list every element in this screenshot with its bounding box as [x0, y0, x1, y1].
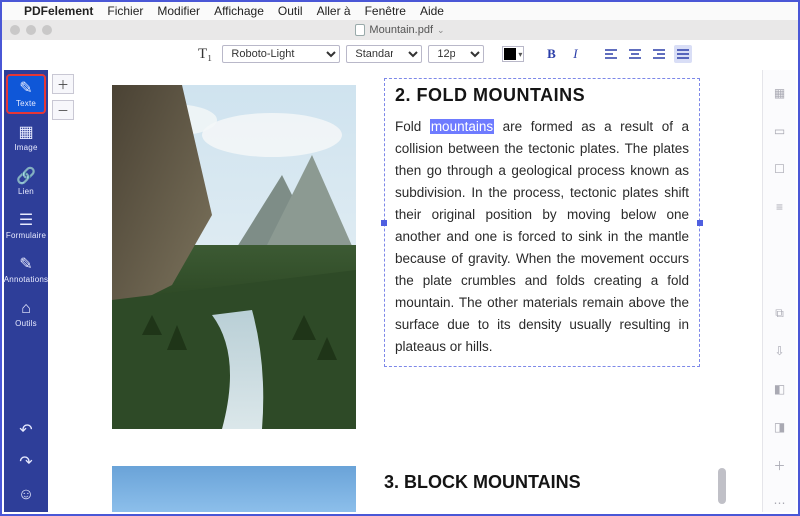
sidebar-item-label: Texte	[16, 99, 36, 108]
account-button[interactable]: ☺	[6, 480, 46, 510]
selected-text[interactable]: mountains	[430, 119, 494, 134]
document-title[interactable]: Mountain.pdf⌄	[355, 24, 444, 36]
doc-icon	[355, 24, 365, 36]
bookmark-panel-icon[interactable]: ☐	[771, 160, 789, 178]
section-2-paragraph[interactable]: Fold mountains are formed as a result of…	[395, 116, 689, 358]
font-weight-select[interactable]: Standard	[346, 45, 422, 63]
more-panel-icon[interactable]: ⋯	[771, 494, 789, 512]
outline-panel-icon[interactable]: ≡	[771, 198, 789, 216]
format-toolbar: T₁ Roboto-Light Standard 12pt ▾ B I	[2, 40, 798, 68]
sidebar-item-annotations[interactable]: ✎ Annotations	[6, 250, 46, 290]
mountain-photo	[112, 85, 356, 429]
chevron-down-icon[interactable]: ⌄	[437, 25, 445, 35]
text-color-picker[interactable]: ▾	[502, 46, 524, 62]
zoom-in-button[interactable]: ＋	[52, 74, 74, 94]
section-2-heading[interactable]: 2. FOLD MOUNTAINS	[395, 85, 689, 106]
resize-handle-left[interactable]	[381, 220, 387, 226]
add-panel-icon[interactable]: ＋	[771, 456, 789, 474]
right-sidebar: ▦ ▭ ☐ ≡ ⧉ ⇩ ◧ ◨ ＋ ⋯	[762, 70, 796, 512]
thumbnails-panel-icon[interactable]: ▦	[771, 84, 789, 102]
link-icon: 🔗	[16, 169, 36, 185]
window-titlebar: Mountain.pdf⌄	[2, 20, 798, 40]
app-name[interactable]: PDFelement	[24, 4, 93, 18]
document-viewport[interactable]: ＋ －	[48, 70, 762, 512]
redo-button[interactable]: ↷	[6, 448, 46, 478]
text-edit-box[interactable]: 2. FOLD MOUNTAINS Fold mountains are for…	[384, 78, 700, 367]
menu-fichier[interactable]: Fichier	[107, 4, 143, 18]
undo-icon: ↶	[19, 423, 32, 439]
undo-button[interactable]: ↶	[6, 416, 46, 446]
menu-modifier[interactable]: Modifier	[157, 4, 200, 18]
sidebar-item-formulaire[interactable]: ☰ Formulaire	[6, 206, 46, 246]
redo-icon: ↷	[19, 455, 32, 471]
zoom-window-icon[interactable]	[42, 25, 52, 35]
sidebar-item-label: Annotations	[4, 275, 48, 284]
vertical-scrollbar-thumb[interactable]	[718, 468, 726, 504]
page-panel-icon[interactable]: ▭	[771, 122, 789, 140]
bold-button[interactable]: B	[542, 45, 560, 63]
page-content: 2. FOLD MOUNTAINS Fold mountains are for…	[112, 78, 752, 506]
image-icon: ▦	[18, 125, 33, 141]
menu-outil[interactable]: Outil	[278, 4, 303, 18]
align-justify-button[interactable]	[674, 45, 692, 63]
sidebar-item-label: Lien	[18, 187, 34, 196]
font-family-select[interactable]: Roboto-Light	[222, 45, 340, 63]
sidebar-item-texte[interactable]: ✎ Texte	[6, 74, 46, 114]
sidebar-item-label: Outils	[15, 319, 37, 328]
panel-action-4-icon[interactable]: ◨	[771, 418, 789, 436]
sidebar-item-label: Image	[14, 143, 37, 152]
panel-action-1-icon[interactable]: ⧉	[771, 304, 789, 322]
resize-handle-right[interactable]	[697, 220, 703, 226]
section-3-heading[interactable]: 3. BLOCK MOUNTAINS	[384, 472, 581, 493]
font-size-select[interactable]: 12pt	[428, 45, 484, 63]
annotation-icon: ✎	[19, 257, 32, 273]
sidebar-item-outils[interactable]: ⌂ Outils	[6, 294, 46, 334]
zoom-controls: ＋ －	[52, 74, 74, 120]
panel-action-3-icon[interactable]: ◧	[771, 380, 789, 398]
tools-icon: ⌂	[21, 301, 31, 317]
align-center-button[interactable]	[626, 45, 644, 63]
close-window-icon[interactable]	[10, 25, 20, 35]
menu-fenetre[interactable]: Fenêtre	[365, 4, 406, 18]
pencil-icon: ✎	[19, 81, 32, 97]
user-icon: ☺	[18, 487, 34, 503]
sidebar-item-label: Formulaire	[6, 231, 46, 240]
main-area: ✎ Texte ▦ Image 🔗 Lien ☰ Formulaire ✎ An…	[4, 70, 796, 512]
sidebar-item-image[interactable]: ▦ Image	[6, 118, 46, 158]
minimize-window-icon[interactable]	[26, 25, 36, 35]
mac-menubar: PDFelement Fichier Modifier Affichage Ou…	[2, 2, 798, 20]
sidebar-item-lien[interactable]: 🔗 Lien	[6, 162, 46, 202]
window-controls[interactable]	[10, 25, 52, 35]
italic-button[interactable]: I	[566, 45, 584, 63]
form-icon: ☰	[19, 213, 33, 229]
align-right-button[interactable]	[650, 45, 668, 63]
menu-aide[interactable]: Aide	[420, 4, 444, 18]
menu-aller-a[interactable]: Aller à	[317, 4, 351, 18]
left-sidebar: ✎ Texte ▦ Image 🔗 Lien ☰ Formulaire ✎ An…	[4, 70, 48, 512]
secondary-photo	[112, 466, 356, 512]
align-left-button[interactable]	[602, 45, 620, 63]
zoom-out-button[interactable]: －	[52, 100, 74, 120]
menu-affichage[interactable]: Affichage	[214, 4, 264, 18]
panel-action-2-icon[interactable]: ⇩	[771, 342, 789, 360]
text-tool-icon: T₁	[198, 46, 212, 63]
